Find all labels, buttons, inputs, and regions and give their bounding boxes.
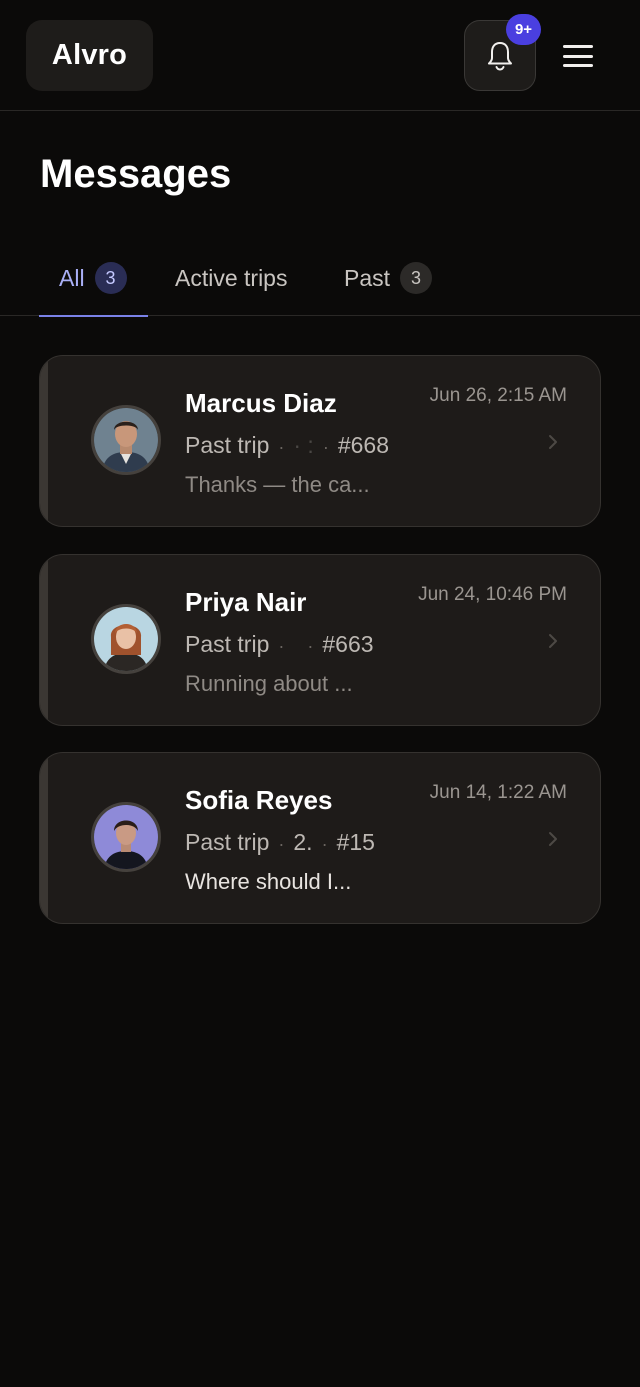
trip-id: #15: [336, 829, 375, 855]
tab-label: All: [59, 264, 85, 291]
trip-id: #663: [322, 631, 374, 657]
trip-meta: Past trip · 2. · #15: [185, 829, 375, 855]
conversation-card[interactable]: Marcus Diaz Jun 26, 2:15 AM Past trip · · …: [39, 355, 601, 527]
trip-id: #668: [337, 432, 389, 458]
trip-status: Past trip: [185, 432, 270, 458]
menu-button[interactable]: [556, 38, 600, 74]
conversation-card[interactable]: Sofia Reyes Jun 14, 1:22 AM Past trip · 2.…: [39, 752, 601, 924]
chevron-right-icon: [549, 832, 557, 846]
message-preview: Running about ...: [185, 671, 353, 696]
trip-detail: · :: [293, 432, 314, 458]
trip-meta: Past trip · · #663: [185, 631, 374, 657]
message-timestamp: Jun 14, 1:22 AM: [429, 782, 567, 803]
tabs-bar: All 3 Active trips Past 3: [0, 240, 640, 317]
tab-label: Active trips: [175, 264, 288, 291]
tab-label: Past: [344, 264, 391, 291]
tab-count: 3: [94, 262, 127, 294]
trip-meta: Past trip · · : · #668: [185, 432, 389, 458]
card-accent-bar: [40, 555, 48, 725]
message-preview: Thanks — the ca...: [185, 472, 370, 497]
menu-icon: [563, 45, 593, 48]
tab-active-trips[interactable]: Active trips: [175, 240, 287, 316]
contact-name: Sofia Reyes: [185, 785, 333, 815]
message-timestamp: Jun 26, 2:15 AM: [429, 385, 567, 406]
tab-past[interactable]: Past 3: [344, 240, 433, 316]
avatar: [91, 405, 161, 475]
chevron-right-icon: [549, 435, 557, 449]
trip-status: Past trip: [185, 631, 270, 657]
page-title: Messages: [40, 152, 232, 196]
app-logo[interactable]: Alvro: [26, 20, 153, 91]
conversation-card[interactable]: Priya Nair Jun 24, 10:46 PM Past trip · · #…: [39, 554, 601, 726]
bell-icon: [488, 41, 512, 71]
tab-count: 3: [400, 262, 433, 294]
card-accent-bar: [40, 753, 48, 923]
message-timestamp: Jun 24, 10:46 PM: [418, 584, 567, 605]
card-accent-bar: [40, 356, 48, 526]
contact-name: Marcus Diaz: [185, 388, 337, 418]
trip-status: Past trip: [185, 829, 270, 855]
tab-all[interactable]: All 3: [39, 240, 148, 317]
avatar: [91, 604, 161, 674]
avatar: [91, 802, 161, 872]
chevron-right-icon: [549, 634, 557, 648]
top-bar: Alvro 9+: [0, 0, 640, 111]
trip-detail: 2.: [293, 829, 313, 855]
notification-badge: 9+: [506, 14, 541, 45]
contact-name: Priya Nair: [185, 587, 307, 617]
message-preview: Where should I...: [185, 869, 352, 894]
